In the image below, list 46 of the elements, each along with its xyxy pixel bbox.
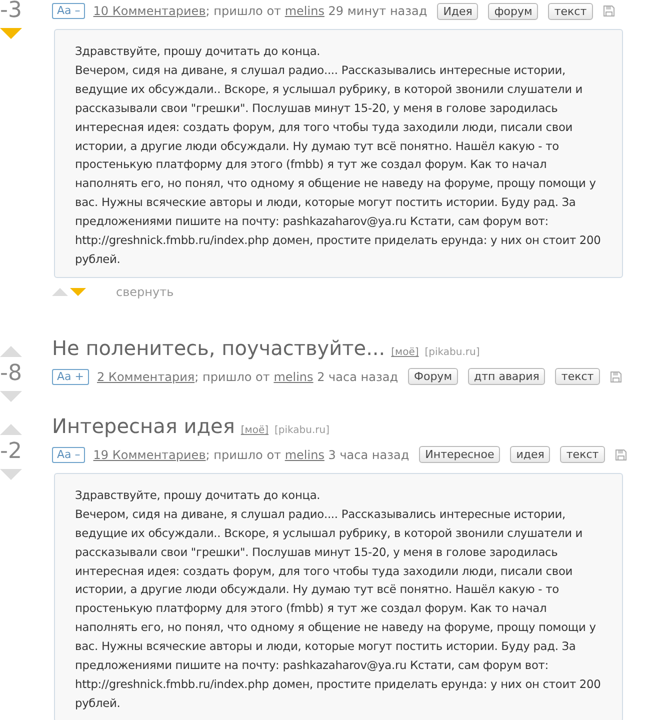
rating: -8 — [0, 362, 22, 385]
downvote-icon[interactable] — [0, 28, 22, 39]
mine-link[interactable]: [моё] — [391, 346, 419, 358]
tag-button[interactable]: текст — [555, 368, 600, 386]
tag-button[interactable]: Идея — [437, 2, 478, 20]
collapse-link[interactable]: свернуть — [116, 284, 174, 299]
font-size-toggle[interactable]: Aa – — [52, 446, 86, 463]
post-body: Здравствуйте, прошу дочитать до конца. Вечером, сидя на диване, я слушал радио.... Рассказывались интересные истории, ведущие их обсуждали.. Вскоре, я услышал рубрику, в которой звонили слушатели и рассказывали свои "грешки". Послушав минут 15-20, у меня в голове зародилась интересная идея: создать форум, для того чтобы туда заходили люди, писали свои истории, а другие люди обсуждали. Ну думаю тут всё понятно. Нашёл какую - то простенькую платформу для этого (fmbb) я тут же создал форум. Как то начал наполнять его, но понял, что одному я общение не наведу на форуме, прощу помощи у вас. Нужны всяческие авторы и люди, которые могут постить истории. Буду рад. За предложениями пишите на почту: pashkazaharov@ya.ru Кстати, сам форум вот: http://greshnick.fmbb.ru/index.php домен, простите приделать ерунда: у них он стоит 200 рублей. — [54, 472, 623, 720]
tag-button[interactable]: текст — [548, 2, 593, 20]
author-link[interactable]: melins — [284, 448, 324, 462]
downvote-icon[interactable] — [0, 468, 22, 480]
author-link[interactable]: melins — [284, 4, 324, 18]
source-label: [pikabu.ru] — [274, 424, 330, 436]
comments-link[interactable]: 10 Комментариев — [93, 4, 206, 18]
upvote-icon[interactable] — [0, 346, 22, 357]
comments-link[interactable]: 2 Комментария — [96, 370, 195, 384]
tag-button[interactable]: форум — [488, 2, 538, 20]
comments-link[interactable]: 19 Комментариев — [93, 448, 206, 462]
rating: -2 — [0, 440, 22, 463]
downvote-icon[interactable] — [70, 288, 86, 296]
post-time: 3 часа назад — [327, 448, 410, 462]
save-icon[interactable] — [602, 5, 615, 17]
save-icon[interactable] — [614, 448, 627, 461]
tag-button[interactable]: дтп авария — [468, 368, 546, 386]
author-link[interactable]: melins — [274, 370, 314, 384]
posted-by-label: ; пришло от — [194, 370, 271, 384]
post-title[interactable]: Не поленитесь, поучаствуйте... — [52, 336, 386, 360]
post-time: 29 минут назад — [327, 4, 428, 18]
posted-by-label: ; пришло от — [206, 448, 282, 462]
tag-button[interactable]: Интересное — [419, 446, 500, 464]
post-time: 2 часа назад — [316, 370, 398, 384]
tag-button[interactable]: идея — [510, 446, 550, 464]
save-icon[interactable] — [610, 370, 622, 383]
source-label: [pikabu.ru] — [424, 346, 480, 358]
upvote-icon[interactable] — [52, 288, 68, 296]
upvote-icon[interactable] — [0, 424, 22, 435]
tag-button[interactable]: Форум — [408, 368, 458, 386]
post-title[interactable]: Интересная идея — [52, 414, 235, 438]
posted-by-label: ; пришло от — [206, 4, 282, 18]
font-size-toggle[interactable]: Aa + — [52, 368, 89, 385]
rating: -3 — [0, 0, 22, 22]
post-body: Здравствуйте, прошу дочитать до конца. Вечером, сидя на диване, я слушал радио.... Рассказывались интересные истории, ведущие их обсуждали.. Вскоре, я услышал рубрику, в которой звонили слушатели и рассказывали свои "грешки". Послушав минут 15-20, у меня в голове зародилась интересная идея: создать форум, для того чтобы туда заходили люди, писали свои истории, а другие люди обсуждали. Ну думаю тут всё понятно. Нашёл какую - то простенькую платформу для этого (fmbb) я тут же создал форум. Как то начал наполнять его, но понял, что одному я общение не наведу на форуме, прощу помощи у вас. Нужны всяческие авторы и люди, которые могут постить истории. Буду рад. За предложениями пишите на почту: pashkazaharov@ya.ru Кстати, сам форум вот: http://greshnick.fmbb.ru/index.php домен, простите приделать ерунда: у них он стоит 200 рублей. — [54, 29, 623, 278]
downvote-icon[interactable] — [0, 390, 22, 402]
tag-button[interactable]: текст — [560, 446, 605, 464]
mine-link[interactable]: [моё] — [240, 424, 268, 436]
font-size-toggle[interactable]: Aa – — [52, 3, 86, 19]
